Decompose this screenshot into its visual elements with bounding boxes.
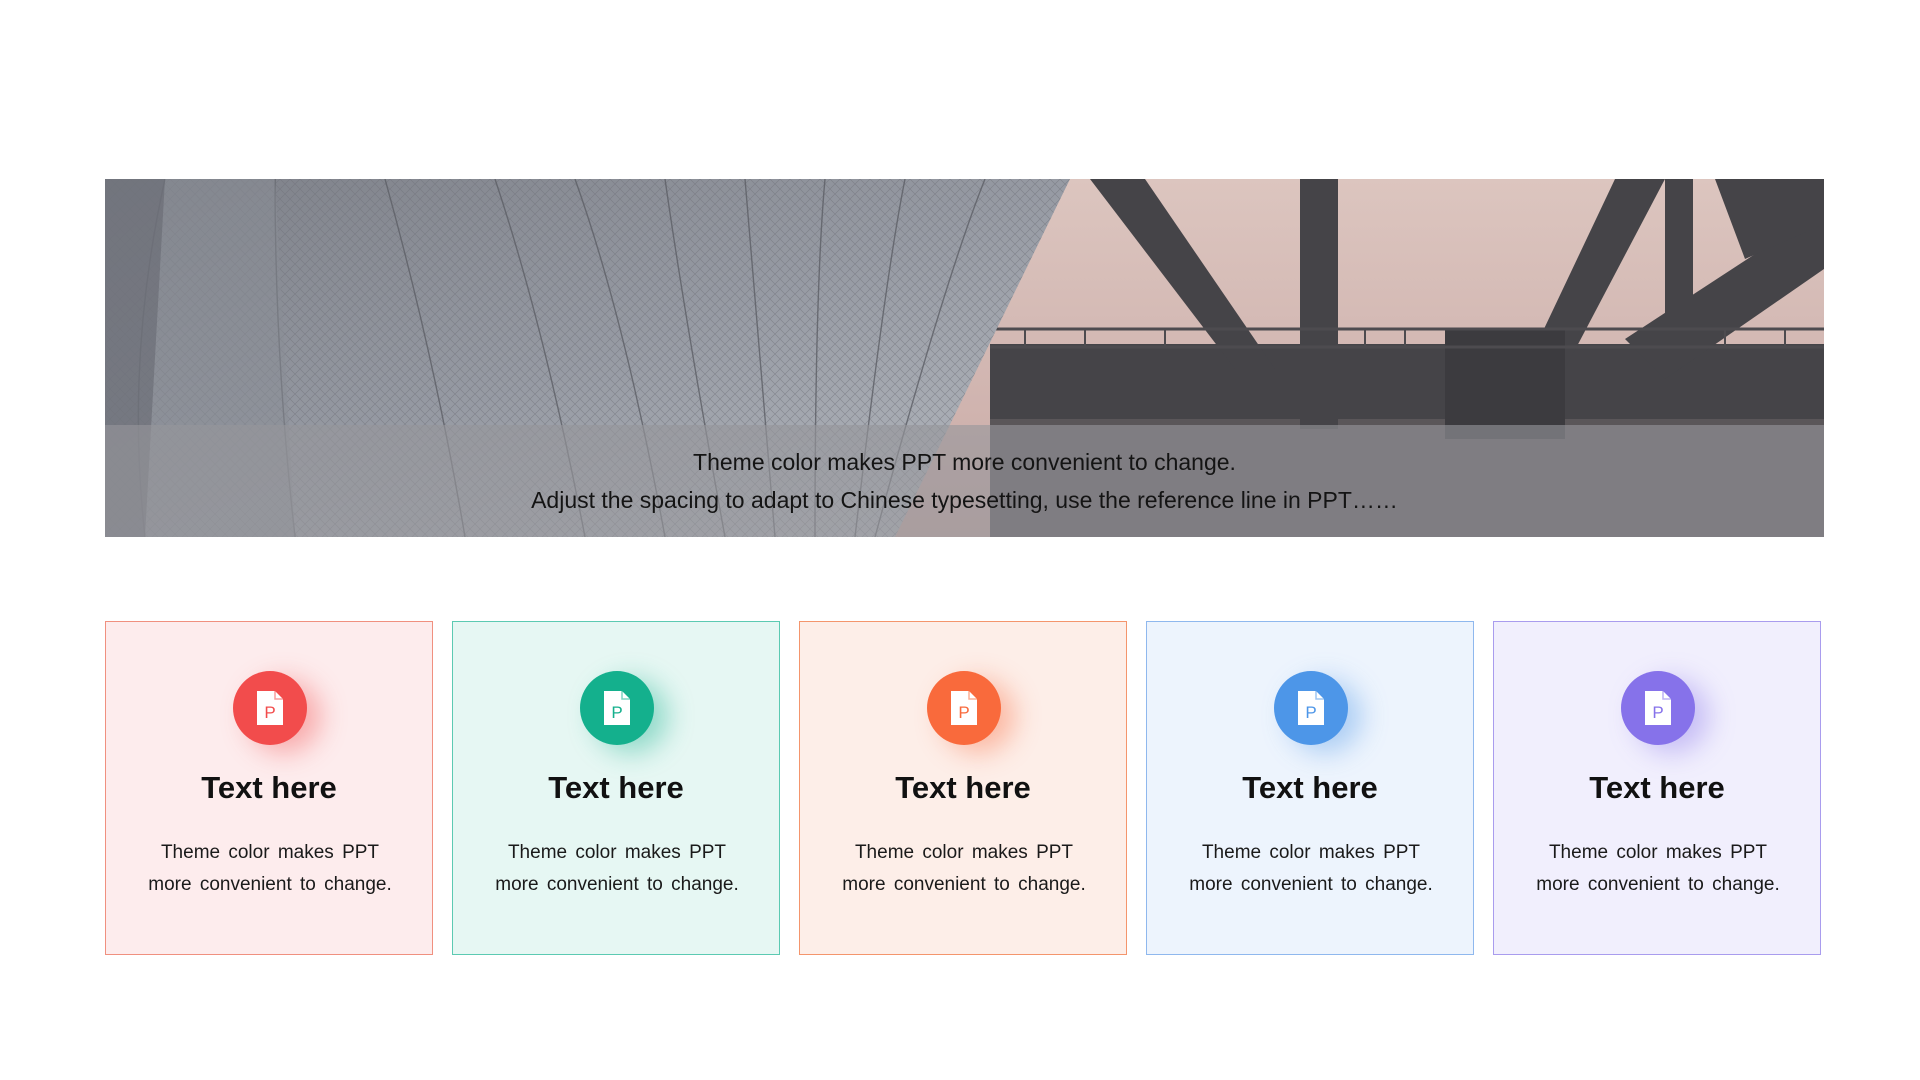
document-p-icon: P	[580, 671, 654, 745]
banner-caption-line-1: Theme color makes PPT more convenient to…	[693, 449, 1236, 475]
banner-caption: Theme color makes PPT more convenient to…	[105, 425, 1824, 537]
document-p-icon: P	[233, 671, 307, 745]
feature-card-3: P Text here Theme color makes PPT more c…	[799, 621, 1127, 955]
svg-text:P: P	[611, 703, 622, 722]
banner: Theme color makes PPT more convenient to…	[105, 179, 1824, 537]
feature-card-1: P Text here Theme color makes PPT more c…	[105, 621, 433, 955]
card-description: Theme color makes PPT more convenient to…	[495, 842, 739, 895]
feature-card-2: P Text here Theme color makes PPT more c…	[452, 621, 780, 955]
feature-cards: P Text here Theme color makes PPT more c…	[105, 621, 1825, 957]
svg-text:P: P	[1652, 703, 1663, 722]
svg-text:P: P	[264, 703, 275, 722]
card-description: Theme color makes PPT more convenient to…	[1536, 842, 1780, 895]
document-p-icon: P	[1621, 671, 1695, 745]
card-title: Text here	[201, 770, 337, 805]
feature-card-5: P Text here Theme color makes PPT more c…	[1493, 621, 1821, 955]
card-title: Text here	[1589, 770, 1725, 805]
svg-text:P: P	[1305, 703, 1316, 722]
document-p-icon: P	[927, 671, 1001, 745]
svg-text:P: P	[958, 703, 969, 722]
card-title: Text here	[895, 770, 1031, 805]
banner-caption-line-2: Adjust the spacing to adapt to Chinese t…	[531, 487, 1398, 513]
card-description: Theme color makes PPT more convenient to…	[1189, 842, 1433, 895]
card-description: Theme color makes PPT more convenient to…	[842, 842, 1086, 895]
slide: Theme color makes PPT more convenient to…	[0, 0, 1920, 1080]
feature-card-4: P Text here Theme color makes PPT more c…	[1146, 621, 1474, 955]
document-p-icon: P	[1274, 671, 1348, 745]
card-description: Theme color makes PPT more convenient to…	[148, 842, 392, 895]
card-title: Text here	[1242, 770, 1378, 805]
card-title: Text here	[548, 770, 684, 805]
